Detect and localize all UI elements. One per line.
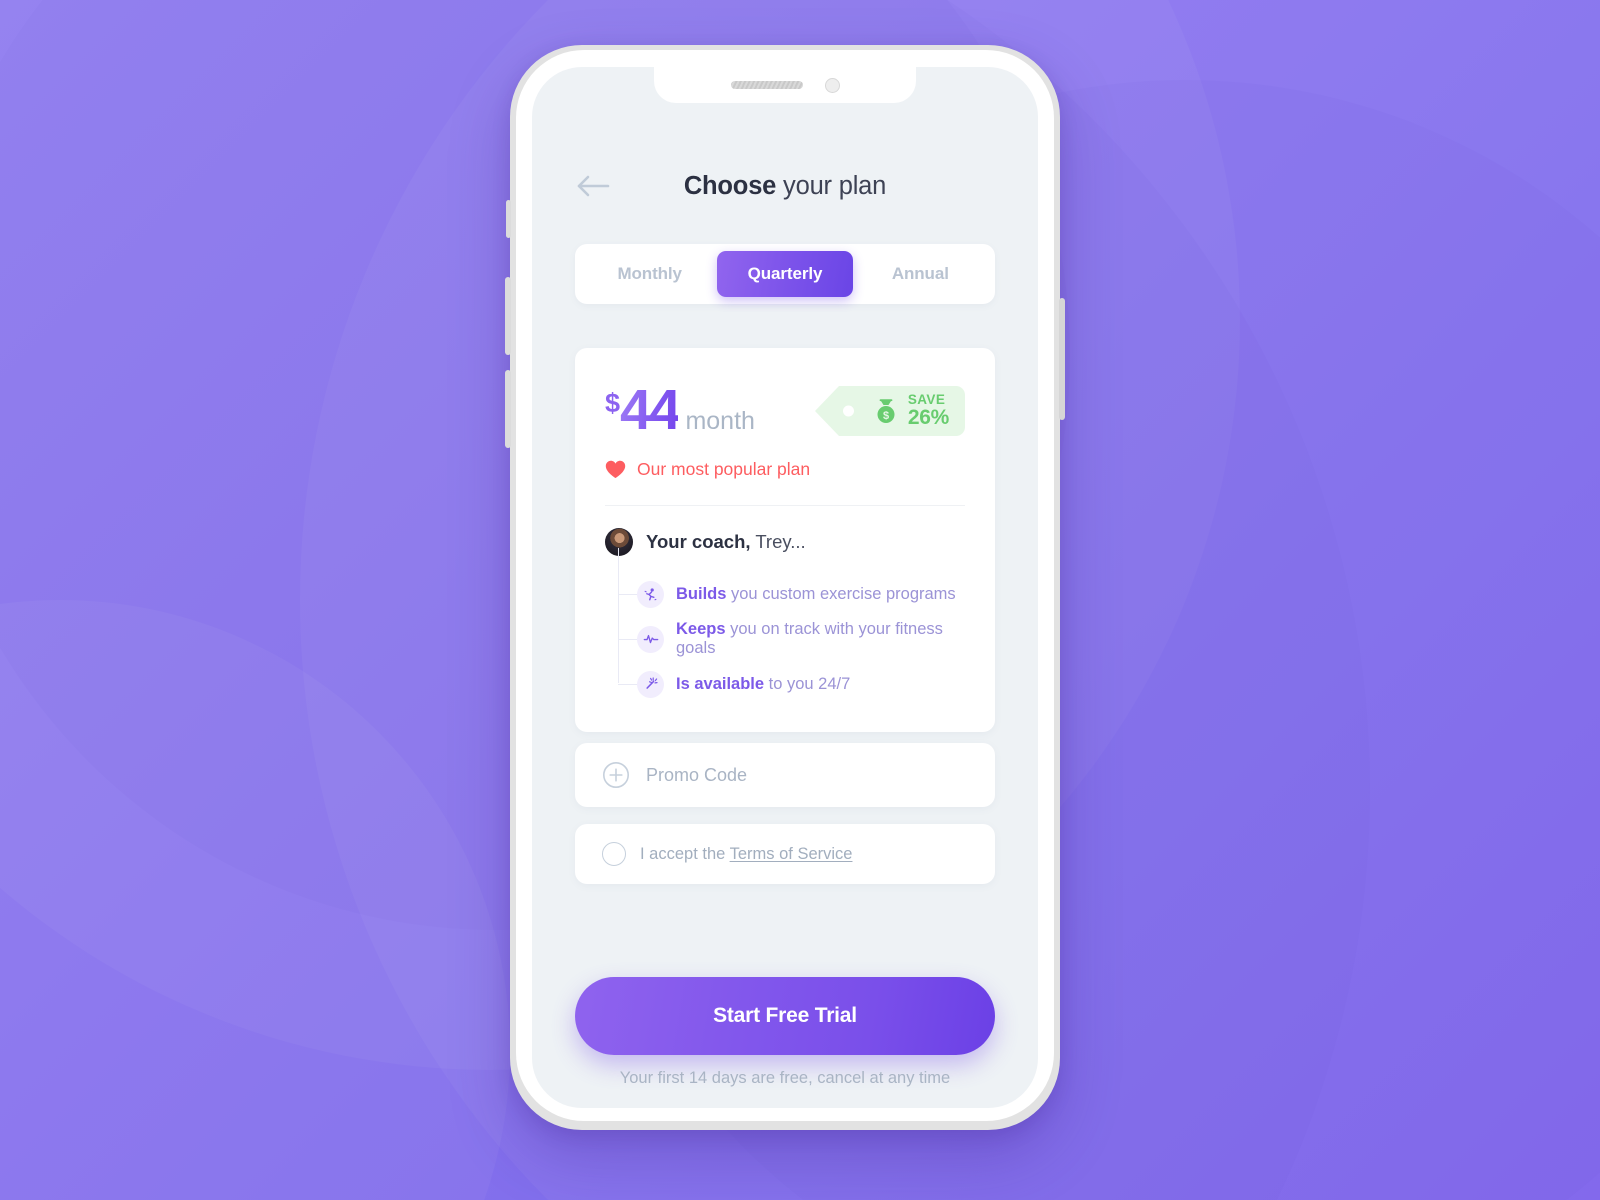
svg-text:$: $ xyxy=(883,410,889,422)
page-title-rest: your plan xyxy=(776,171,887,200)
heartbeat-pulse-icon xyxy=(637,625,664,653)
promo-code-field[interactable]: Promo Code xyxy=(575,743,995,807)
feature-item: Builds you custom exercise programs xyxy=(618,574,965,614)
coach-row: Your coach, Trey... xyxy=(605,528,965,556)
coach-features: Builds you custom exercise programs Keep… xyxy=(605,548,965,704)
terms-of-service-link[interactable]: Terms of Service xyxy=(730,845,853,863)
feature-rest: to you 24/7 xyxy=(764,674,851,693)
feature-item: Is available to you 24/7 xyxy=(618,664,965,704)
coach-name: Your coach, Trey... xyxy=(646,531,806,553)
billing-period-tabs: Monthly Quarterly Annual xyxy=(575,244,995,304)
volume-up-button[interactable] xyxy=(505,277,511,355)
coach-label: Your coach, xyxy=(646,531,751,552)
terms-prefix: I accept the xyxy=(640,844,730,863)
feature-text: Keeps you on track with your fitness goa… xyxy=(676,620,965,658)
badge-hole xyxy=(842,405,854,417)
phone-frame: Choose your plan Monthly Quarterly Annua… xyxy=(505,45,1065,1130)
plus-circle-icon xyxy=(603,762,629,788)
coach-section: Your coach, Trey... Builds you custom ex… xyxy=(605,506,965,704)
speaker-grille-icon xyxy=(730,81,803,89)
running-person-icon xyxy=(637,580,664,608)
radio-unchecked-icon[interactable] xyxy=(602,842,626,866)
price-period: month xyxy=(685,407,755,435)
save-badge: $ SAVE 26% xyxy=(814,386,965,436)
price-block: $ 44 month xyxy=(605,378,755,439)
front-camera-icon xyxy=(824,77,840,93)
power-button[interactable] xyxy=(1059,298,1065,420)
price-amount: 44 xyxy=(620,378,681,442)
feature-item: Keeps you on track with your fitness goa… xyxy=(618,619,965,659)
badge-percent: 26% xyxy=(907,406,949,430)
popular-plan-text: Our most popular plan xyxy=(637,459,811,479)
feature-text: Builds you custom exercise programs xyxy=(676,585,956,604)
tree-connector-line xyxy=(618,548,619,683)
price-row: $ 44 month $ SAVE 26% xyxy=(605,378,965,439)
start-free-trial-button[interactable]: Start Free Trial xyxy=(575,977,995,1055)
heart-icon xyxy=(605,460,626,478)
currency-symbol: $ xyxy=(605,388,621,418)
feature-bold: Keeps xyxy=(676,620,726,638)
plan-card: $ 44 month $ SAVE 26% Our most popular p… xyxy=(575,348,995,732)
tree-branch xyxy=(618,639,637,640)
tab-annual[interactable]: Annual xyxy=(853,251,988,297)
popular-plan-row: Our most popular plan xyxy=(605,459,965,480)
money-bag-icon: $ xyxy=(877,399,895,423)
feature-bold: Builds xyxy=(676,584,727,603)
app-header: Choose your plan xyxy=(532,162,1038,210)
badge-save-label: SAVE xyxy=(907,391,946,407)
footer-note: Your first 14 days are free, cancel at a… xyxy=(619,1069,951,1087)
silent-switch[interactable] xyxy=(506,200,511,238)
promo-code-label: Promo Code xyxy=(646,764,748,785)
feature-rest: you custom exercise programs xyxy=(726,584,956,603)
badge-text: SAVE 26% xyxy=(907,391,949,430)
tab-monthly[interactable]: Monthly xyxy=(582,251,717,297)
feature-bold: Is available xyxy=(676,674,765,693)
coach-first-name: Trey... xyxy=(750,531,806,552)
tree-branch xyxy=(618,684,637,685)
tree-branch xyxy=(618,594,637,595)
phone-notch xyxy=(654,67,916,103)
volume-down-button[interactable] xyxy=(505,370,511,448)
page-title-bold: Choose xyxy=(683,171,777,200)
feature-text: Is available to you 24/7 xyxy=(676,675,850,694)
magic-sparkle-icon xyxy=(637,670,664,698)
terms-label: I accept the Terms of Service xyxy=(640,845,852,864)
terms-row: I accept the Terms of Service xyxy=(575,824,995,884)
tab-quarterly[interactable]: Quarterly xyxy=(717,251,853,297)
arrow-left-icon[interactable] xyxy=(576,173,612,199)
coach-avatar xyxy=(605,528,633,556)
phone-screen: Choose your plan Monthly Quarterly Annua… xyxy=(532,67,1038,1108)
